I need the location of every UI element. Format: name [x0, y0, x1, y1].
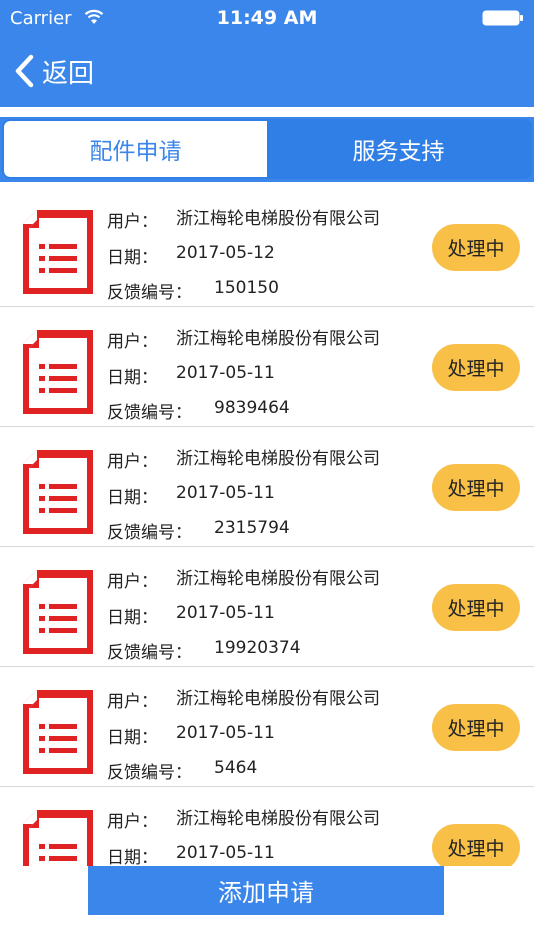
- user-label: 用户：: [107, 452, 158, 472]
- date-value: 2017-05-11: [176, 363, 275, 383]
- date-value: 2017-05-11: [176, 603, 275, 623]
- user-label: 用户：: [107, 572, 158, 592]
- feedback-number-value: 2315794: [214, 518, 290, 538]
- user-value: 浙江梅轮电梯股份有限公司: [176, 209, 380, 229]
- list-item[interactable]: 用户： 浙江梅轮电梯股份有限公司 日期： 2017-05-12 反馈编号： 15…: [0, 187, 534, 307]
- status-time: 11:49 AM: [216, 7, 318, 29]
- user-label: 用户：: [107, 812, 158, 832]
- list-item[interactable]: 用户： 浙江梅轮电梯股份有限公司 日期： 2017-05-11 反馈编号： 54…: [0, 667, 534, 787]
- document-icon: [23, 450, 93, 534]
- status-bar: Carrier 11:49 AM: [0, 0, 534, 36]
- back-label: 返回: [42, 58, 95, 89]
- tab-service-support[interactable]: 服务支持: [267, 121, 530, 177]
- date-label: 日期：: [107, 608, 158, 628]
- list-item[interactable]: 用户： 浙江梅轮电梯股份有限公司 日期： 2017-05-11 反馈编号： 处理…: [0, 787, 534, 866]
- status-badge[interactable]: 处理中: [432, 824, 520, 866]
- feedback-number-value: 9839464: [214, 398, 290, 418]
- user-label: 用户：: [107, 692, 158, 712]
- list-item[interactable]: 用户： 浙江梅轮电梯股份有限公司 日期： 2017-05-11 反馈编号： 19…: [0, 547, 534, 667]
- status-badge[interactable]: 处理中: [432, 584, 520, 631]
- document-icon: [23, 810, 93, 866]
- date-value: 2017-05-11: [176, 843, 275, 863]
- status-badge[interactable]: 处理中: [432, 344, 520, 391]
- user-label: 用户：: [107, 212, 158, 232]
- date-value: 2017-05-11: [176, 723, 275, 743]
- user-value: 浙江梅轮电梯股份有限公司: [176, 449, 380, 469]
- feedback-number-label: 反馈编号：: [107, 643, 192, 663]
- list-item[interactable]: 用户： 浙江梅轮电梯股份有限公司 日期： 2017-05-11 反馈编号： 23…: [0, 427, 534, 547]
- feedback-number-label: 反馈编号：: [107, 763, 192, 783]
- date-label: 日期：: [107, 488, 158, 508]
- feedback-number-value: 5464: [214, 758, 258, 778]
- date-value: 2017-05-11: [176, 483, 275, 503]
- list-item[interactable]: 用户： 浙江梅轮电梯股份有限公司 日期： 2017-05-11 反馈编号： 98…: [0, 307, 534, 427]
- document-icon: [23, 690, 93, 774]
- user-value: 浙江梅轮电梯股份有限公司: [176, 689, 380, 709]
- add-request-button[interactable]: 添加申请: [88, 866, 444, 915]
- date-label: 日期：: [107, 848, 158, 866]
- status-badge[interactable]: 处理中: [432, 224, 520, 271]
- segmented-tabs: 配件申请 服务支持: [0, 117, 534, 182]
- date-label: 日期：: [107, 368, 158, 388]
- feedback-number-value: 150150: [214, 278, 279, 298]
- battery-icon: [482, 10, 523, 26]
- date-label: 日期：: [107, 248, 158, 268]
- user-value: 浙江梅轮电梯股份有限公司: [176, 569, 380, 589]
- document-icon: [23, 330, 93, 414]
- date-label: 日期：: [107, 728, 158, 748]
- feedback-number-label: 反馈编号：: [107, 283, 192, 303]
- feedback-number-label: 反馈编号：: [107, 403, 192, 423]
- date-value: 2017-05-12: [176, 243, 275, 263]
- chevron-left-icon: [15, 54, 34, 88]
- document-icon: [23, 210, 93, 294]
- user-value: 浙江梅轮电梯股份有限公司: [176, 809, 380, 829]
- document-icon: [23, 570, 93, 654]
- user-label: 用户：: [107, 332, 158, 352]
- back-button[interactable]: 返回: [12, 50, 94, 92]
- nav-header: Carrier 11:49 AM 返回: [0, 0, 534, 107]
- request-list: 用户： 浙江梅轮电梯股份有限公司 日期： 2017-05-12 反馈编号： 15…: [0, 187, 534, 866]
- feedback-number-label: 反馈编号：: [107, 523, 192, 543]
- status-badge[interactable]: 处理中: [432, 464, 520, 511]
- tab-parts-request[interactable]: 配件申请: [4, 121, 267, 177]
- status-badge[interactable]: 处理中: [432, 704, 520, 751]
- feedback-number-value: 19920374: [214, 638, 301, 658]
- user-value: 浙江梅轮电梯股份有限公司: [176, 329, 380, 349]
